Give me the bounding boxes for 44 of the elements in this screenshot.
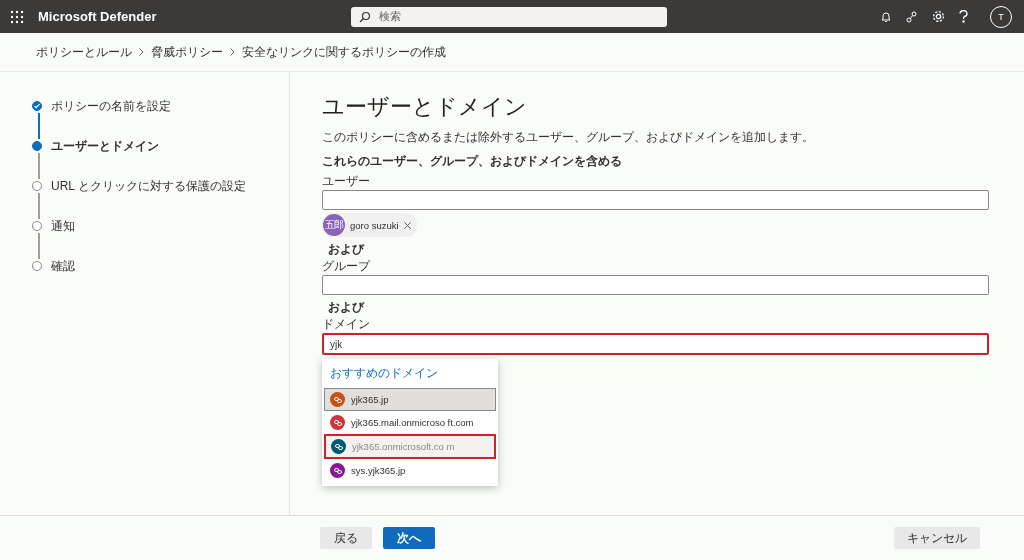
search-placeholder: 検索 <box>379 9 401 24</box>
user-name: goro suzuki <box>350 219 399 231</box>
input-field[interactable]: yjk <box>322 333 989 355</box>
step-label[interactable]: ポリシーの名前を設定 <box>51 97 171 115</box>
step-label[interactable]: URL とクリックに対する保護の設定 <box>51 177 246 195</box>
chevron-icon <box>139 48 144 56</box>
input-field[interactable] <box>322 275 989 295</box>
cancel-button[interactable]: キャンセル <box>894 527 980 549</box>
remove-icon[interactable] <box>403 221 411 229</box>
chevron-icon <box>230 48 235 56</box>
share-icon[interactable] <box>906 10 918 23</box>
field-value: yjk <box>330 338 343 350</box>
suggestion-item[interactable]: yjk365.mail.onmicroso ft.com <box>324 411 496 434</box>
connector-label: および <box>328 242 366 256</box>
next-button[interactable]: 次へ <box>383 527 435 549</box>
step-label[interactable]: 確認 <box>51 257 75 275</box>
app-title: Microsoft Defender <box>38 9 158 24</box>
field-label: ドメイン <box>322 317 371 331</box>
input-field[interactable] <box>322 190 989 210</box>
page-description: このポリシーに含めるまたは除外するユーザー、グループ、およびドメインを追加します。 <box>322 130 815 144</box>
connector-label: および <box>328 300 366 314</box>
back-button[interactable]: 戻る <box>320 527 372 549</box>
avatar-initials: 五郎 <box>323 214 345 236</box>
step-label[interactable]: 通知 <box>51 217 75 235</box>
dropdown-heading: おすすめのドメイン <box>329 365 439 382</box>
field-label: ユーザー <box>322 174 371 188</box>
field-label: グループ <box>322 259 372 273</box>
breadcrumb-link[interactable]: ポリシーとルール <box>36 43 132 61</box>
bell-icon[interactable] <box>880 10 892 23</box>
settings-icon[interactable] <box>932 10 945 23</box>
search-field[interactable]: 検索 <box>351 6 667 27</box>
page-title: ユーザーとドメイン <box>322 94 528 120</box>
help-icon[interactable] <box>959 10 968 23</box>
suggestion-item[interactable]: sys.yjk365.jp <box>324 459 496 482</box>
domain-name: yjk365.jp <box>351 394 390 405</box>
breadcrumb-link[interactable]: 脅威ポリシー <box>151 43 223 61</box>
section-heading: これらのユーザー、グループ、およびドメインを含める <box>322 154 623 168</box>
domain-name: sys.yjk365.jp <box>351 465 407 476</box>
app-launcher-icon[interactable] <box>10 9 24 24</box>
domain-name: yjk365.onmicrosoft.co m <box>352 441 456 452</box>
suggestion-item[interactable]: yjk365.jp <box>324 388 496 411</box>
step-label[interactable]: ユーザーとドメイン <box>51 137 159 155</box>
domain-name: yjk365.mail.onmicroso ft.com <box>351 417 475 428</box>
search-icon <box>359 10 371 23</box>
